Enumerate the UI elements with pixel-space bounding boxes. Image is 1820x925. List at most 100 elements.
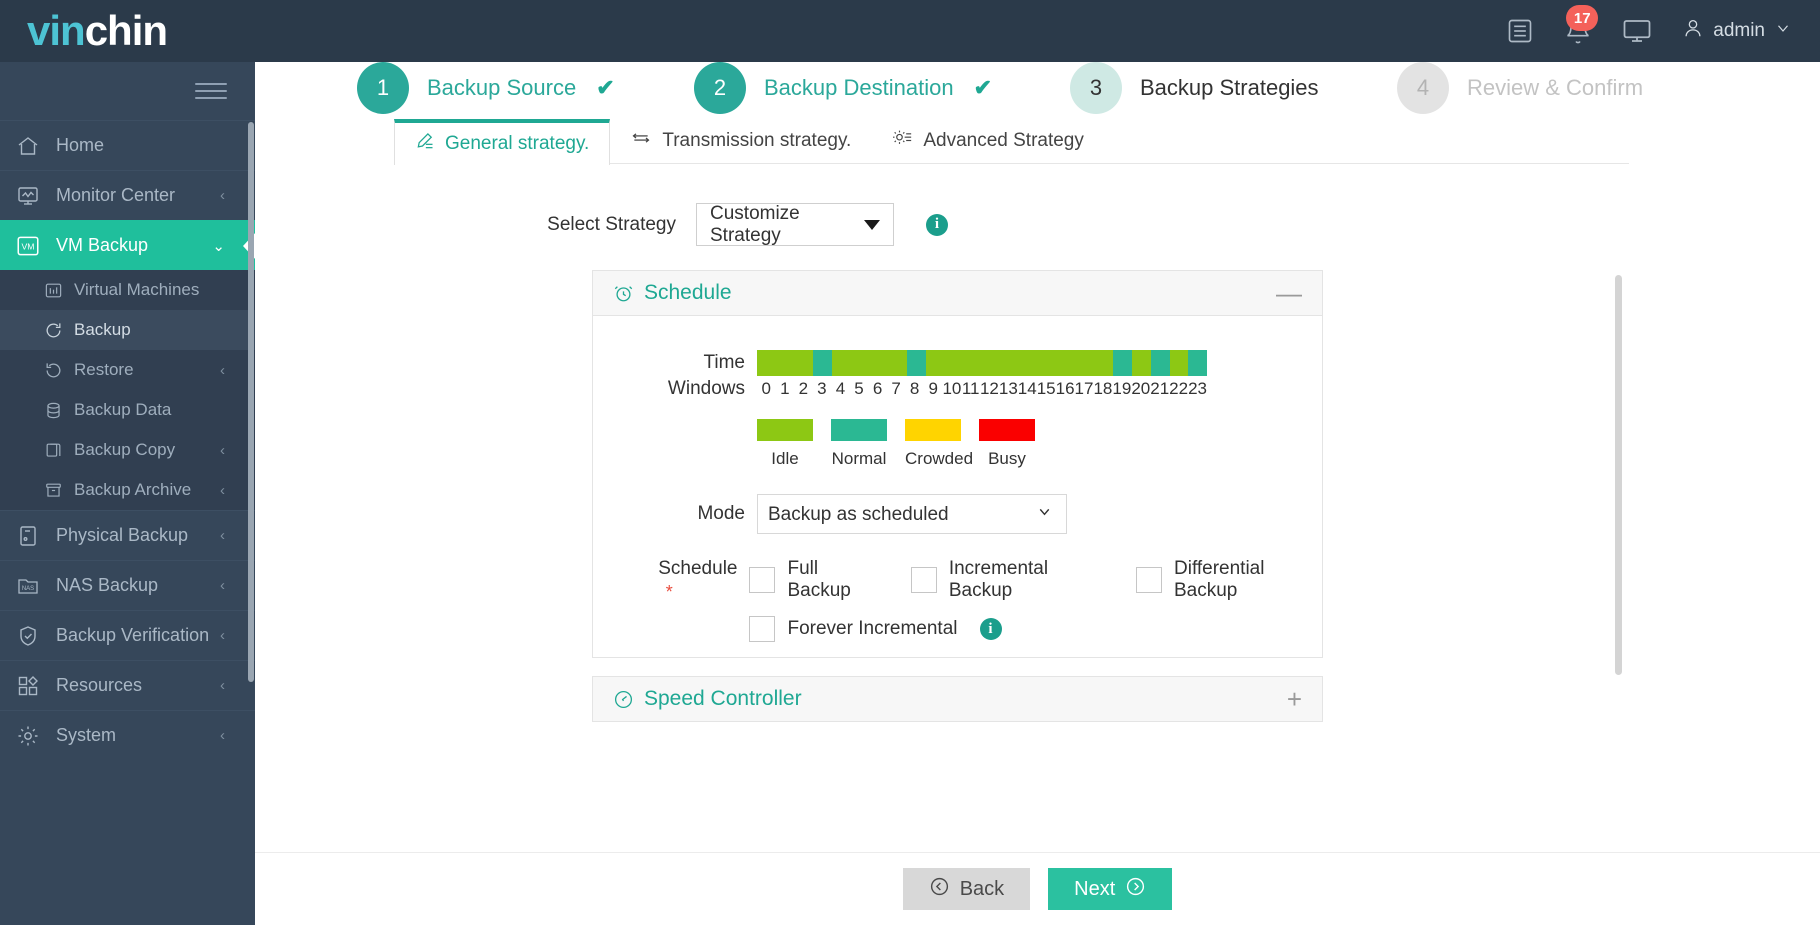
sidebar-item-monitor-center[interactable]: Monitor Center ‹ bbox=[0, 170, 255, 220]
sidebar-item-backup-archive[interactable]: Backup Archive ‹ bbox=[0, 470, 255, 510]
sidebar-item-system[interactable]: System ‹ bbox=[0, 710, 255, 760]
sidebar-item-restore[interactable]: Restore ‹ bbox=[0, 350, 255, 390]
sidebar-subitem-label: Virtual Machines bbox=[74, 280, 200, 299]
restore-icon bbox=[44, 361, 74, 380]
panel-scrollbar[interactable] bbox=[1615, 275, 1622, 675]
time-window-hour-1[interactable] bbox=[775, 350, 795, 376]
monitor-icon[interactable] bbox=[1622, 16, 1652, 46]
tab-general-strategy[interactable]: General strategy. bbox=[394, 119, 611, 165]
mode-select[interactable]: Backup as scheduled bbox=[757, 494, 1067, 534]
checkbox-forever-incremental[interactable] bbox=[749, 616, 776, 642]
chevron-left-icon: ‹ bbox=[220, 727, 225, 744]
time-window-hour-12[interactable] bbox=[982, 350, 1001, 376]
sidebar-item-label: VM Backup bbox=[56, 235, 149, 255]
wizard-container: 1 Backup Source ✔ 2 Backup Destination ✔… bbox=[284, 62, 1649, 852]
legend-label: Crowded bbox=[905, 449, 974, 468]
sidebar-subitem-label: Backup Archive bbox=[74, 480, 192, 499]
notification-bell-icon[interactable]: 17 bbox=[1564, 5, 1599, 45]
time-windows-bar[interactable] bbox=[757, 350, 1207, 376]
time-window-hour-6[interactable] bbox=[869, 350, 889, 376]
time-window-hour-7[interactable] bbox=[888, 350, 907, 376]
legend-swatch bbox=[979, 419, 1035, 441]
checkbox-incremental-backup[interactable] bbox=[910, 567, 937, 593]
time-window-hour-16[interactable] bbox=[1057, 350, 1076, 376]
sidebar-item-resources[interactable]: Resources ‹ bbox=[0, 660, 255, 710]
tab-transmission-strategy[interactable]: Transmission strategy. bbox=[610, 118, 871, 164]
back-button[interactable]: Back bbox=[902, 868, 1031, 910]
step-backup-strategies[interactable]: 3 Backup Strategies bbox=[1070, 62, 1319, 114]
forever-incremental-info-icon[interactable]: i bbox=[979, 618, 1002, 640]
step-review-confirm[interactable]: 4 Review & Confirm bbox=[1397, 62, 1643, 114]
time-window-hour-19[interactable] bbox=[1113, 350, 1132, 376]
schedule-accordion-header[interactable]: Schedule — bbox=[593, 271, 1322, 316]
time-window-hour-5[interactable] bbox=[850, 350, 870, 376]
brand-logo[interactable]: vinchin bbox=[27, 10, 168, 52]
time-window-hour-10[interactable] bbox=[944, 350, 964, 376]
time-window-tick: 10 bbox=[942, 379, 962, 398]
grid-icon bbox=[0, 674, 56, 698]
top-header-actions: 17 admin bbox=[1506, 5, 1820, 46]
sidebar-item-backup-data[interactable]: Backup Data bbox=[0, 390, 255, 430]
time-window-hour-4[interactable] bbox=[832, 350, 851, 376]
sidebar-item-vm-backup[interactable]: VM VM Backup ⌄ bbox=[0, 220, 255, 270]
time-window-hour-9[interactable] bbox=[925, 350, 945, 376]
time-window-tick: 16 bbox=[1055, 379, 1075, 398]
time-window-hour-18[interactable] bbox=[1094, 350, 1114, 376]
time-window-tick: 8 bbox=[909, 379, 920, 398]
select-strategy-dropdown[interactable]: Customize Strategy bbox=[696, 203, 894, 246]
step-number: 3 bbox=[1070, 62, 1122, 114]
time-window-hour-2[interactable] bbox=[794, 350, 814, 376]
time-window-tick: 17 bbox=[1074, 379, 1094, 398]
checkbox-forever-incremental-label: Forever Incremental bbox=[787, 618, 958, 639]
sidebar-item-label: Backup Verification bbox=[56, 625, 210, 645]
time-window-hour-11[interactable] bbox=[963, 350, 982, 376]
step-backup-source[interactable]: 1 Backup Source ✔ bbox=[357, 62, 615, 114]
sidebar-item-backup[interactable]: Backup bbox=[0, 310, 255, 350]
time-window-hour-21[interactable] bbox=[1150, 350, 1170, 376]
user-icon bbox=[1682, 16, 1704, 46]
step-backup-destination[interactable]: 2 Backup Destination ✔ bbox=[694, 62, 992, 114]
checkbox-full-backup[interactable] bbox=[749, 567, 776, 593]
time-window-hour-15[interactable] bbox=[1038, 350, 1057, 376]
chevron-down-icon bbox=[1774, 19, 1792, 43]
time-window-tick: 20 bbox=[1131, 379, 1151, 398]
pencil-list-icon bbox=[415, 131, 435, 157]
time-window-tick: 1 bbox=[780, 379, 790, 398]
expand-icon[interactable]: + bbox=[1287, 686, 1302, 712]
arrow-right-circle-icon bbox=[1125, 876, 1146, 903]
time-window-hour-22[interactable] bbox=[1169, 350, 1189, 376]
time-window-hour-20[interactable] bbox=[1132, 350, 1151, 376]
legend-label: Normal bbox=[831, 449, 887, 468]
list-icon[interactable] bbox=[1506, 17, 1534, 45]
time-window-hour-17[interactable] bbox=[1075, 350, 1095, 376]
time-window-hour-14[interactable] bbox=[1019, 350, 1039, 376]
checkbox-differential-backup[interactable] bbox=[1136, 567, 1162, 593]
speed-controller-header[interactable]: Speed Controller + bbox=[593, 677, 1322, 721]
hamburger-icon[interactable] bbox=[195, 78, 227, 104]
select-strategy-info-icon[interactable]: i bbox=[926, 213, 948, 236]
time-window-hour-0[interactable] bbox=[757, 350, 776, 376]
collapse-icon[interactable]: — bbox=[1276, 280, 1302, 306]
sidebar-item-home[interactable]: Home bbox=[0, 120, 255, 170]
sidebar-item-physical-backup[interactable]: Physical Backup ‹ bbox=[0, 510, 255, 560]
sidebar-item-nas-backup[interactable]: NAS NAS Backup ‹ bbox=[0, 560, 255, 610]
sidebar-item-backup-copy[interactable]: Backup Copy ‹ bbox=[0, 430, 255, 470]
sidebar-scrollbar[interactable] bbox=[248, 122, 254, 682]
user-menu[interactable]: admin bbox=[1682, 16, 1792, 46]
time-window-hour-8[interactable] bbox=[907, 350, 926, 376]
time-window-hour-3[interactable] bbox=[813, 350, 832, 376]
schedule-accordion: Schedule — Time Windows 0 1 2 3 4 5 6 7 8 9 10 11 12… bbox=[592, 270, 1323, 658]
sidebar-item-backup-verification[interactable]: Backup Verification ‹ bbox=[0, 610, 255, 660]
time-window-hour-23[interactable] bbox=[1188, 350, 1207, 376]
copy-icon bbox=[44, 441, 74, 460]
schedule-checkbox-line-1: Full Backup Incremental Backup Different… bbox=[749, 558, 1322, 602]
sidebar-item-virtual-machines[interactable]: Virtual Machines bbox=[0, 270, 255, 310]
mode-label: Mode bbox=[697, 503, 745, 524]
time-window-hour-13[interactable] bbox=[1000, 350, 1020, 376]
time-windows-widget[interactable]: 0 1 2 3 4 5 6 7 8 9 10 11 12 13 14 15 16 17 18 19 20 21 22 23 I… bbox=[757, 350, 1207, 469]
sidebar-subitem-label: Backup Data bbox=[74, 400, 172, 419]
next-button[interactable]: Next bbox=[1048, 868, 1173, 910]
time-window-tick: 11 bbox=[961, 379, 980, 398]
sidebar-submenu-vm-backup: Virtual Machines Backup Restore ‹ Backup… bbox=[0, 270, 255, 510]
tab-advanced-strategy[interactable]: Advanced Strategy bbox=[871, 118, 1104, 164]
